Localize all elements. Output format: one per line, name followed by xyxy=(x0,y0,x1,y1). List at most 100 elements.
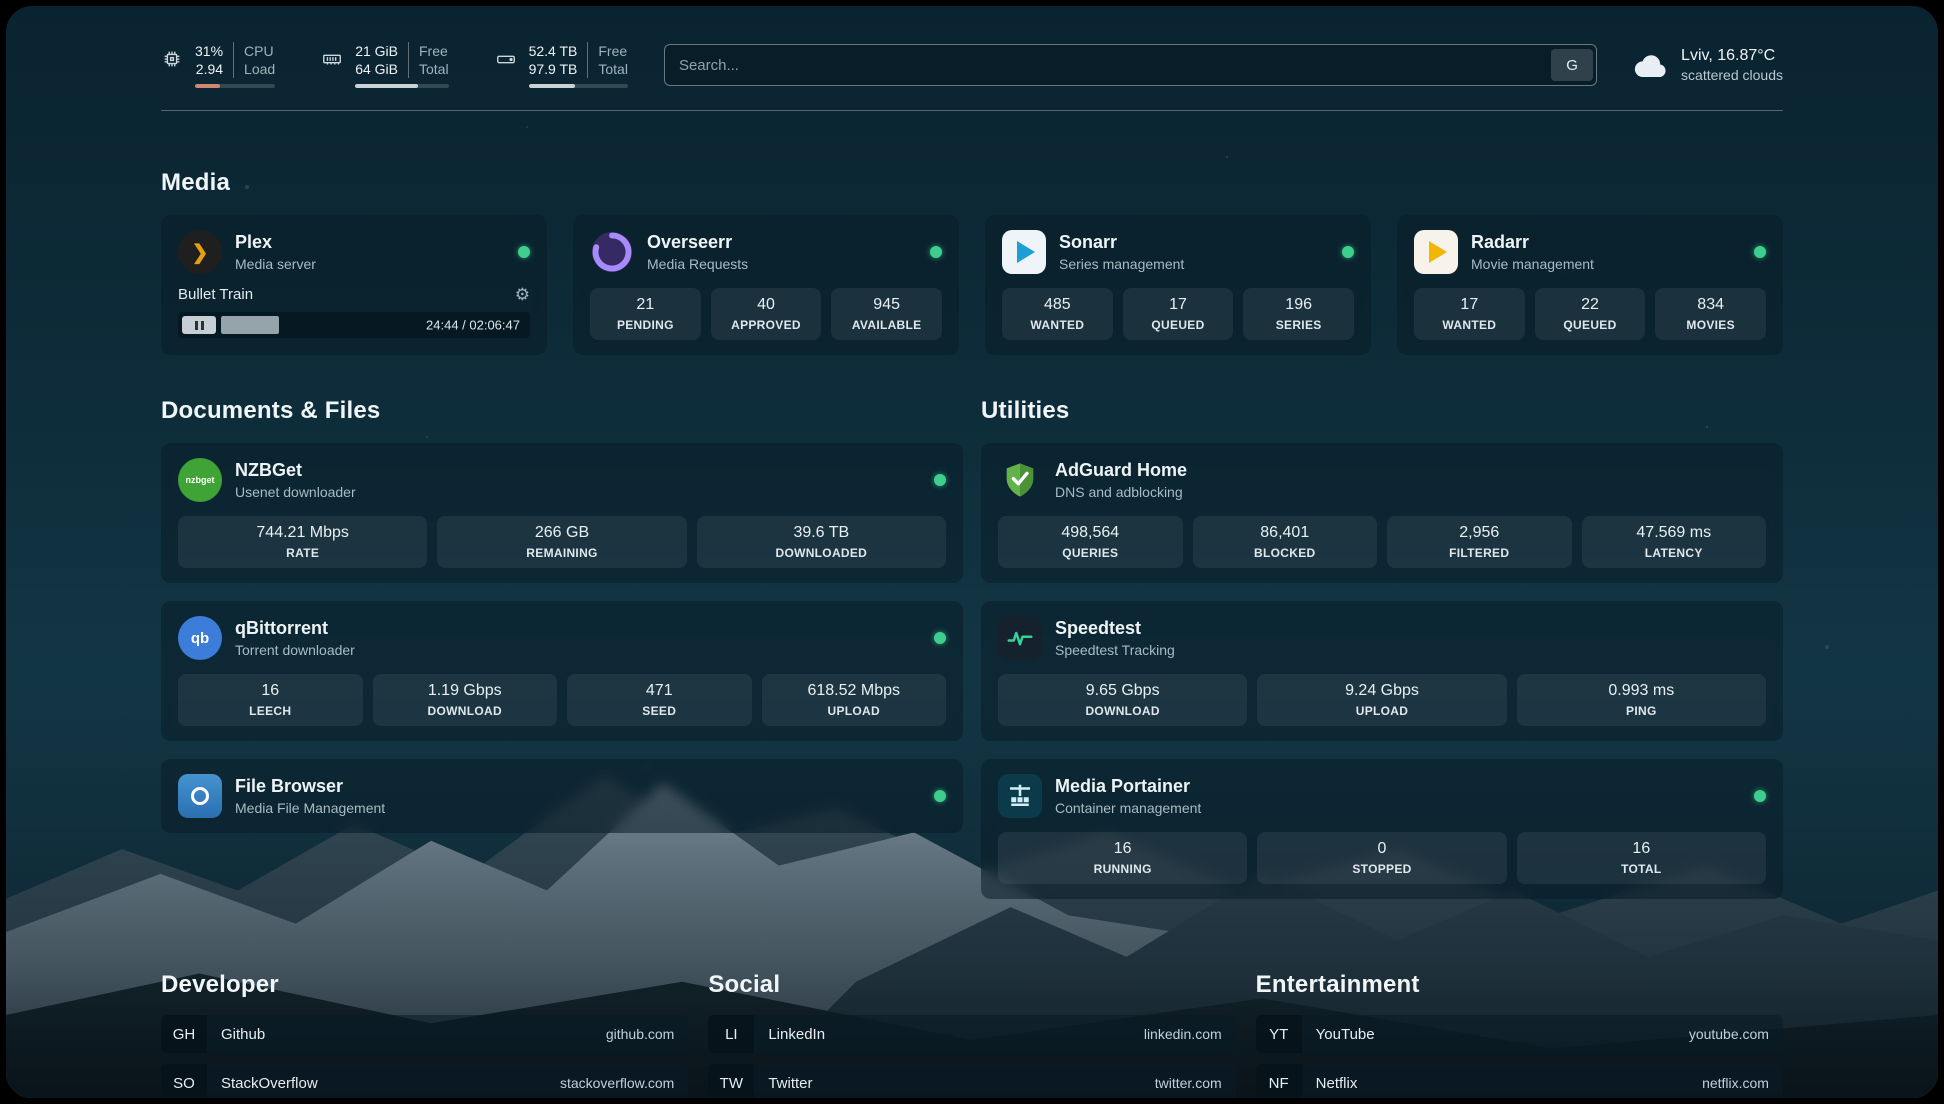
nzbget-card[interactable]: nzbget NZBGet Usenet downloader 744.21 M… xyxy=(161,443,963,583)
app-name: File Browser xyxy=(235,776,921,797)
stat-available: 945AVAILABLE xyxy=(831,288,942,340)
status-dot xyxy=(930,246,942,258)
stat-queued: 17QUEUED xyxy=(1123,288,1234,340)
search-bar[interactable]: G xyxy=(664,44,1597,86)
bookmark-youtube[interactable]: YT YouTube youtube.com xyxy=(1256,1015,1783,1053)
media-player-bar[interactable]: 24:44 / 02:06:47 xyxy=(178,312,530,338)
stat-blocked: 86,401BLOCKED xyxy=(1193,516,1378,568)
section-documents: Documents & Files nzbget NZBGet Usenet d… xyxy=(161,397,963,899)
app-name: Sonarr xyxy=(1059,232,1329,253)
pause-button[interactable] xyxy=(182,316,216,334)
stat-remaining: 266 GBREMAINING xyxy=(437,516,686,568)
bookmark-abbr: NF xyxy=(1256,1064,1302,1098)
stat-download: 1.19 GbpsDOWNLOAD xyxy=(373,674,558,726)
search-input[interactable] xyxy=(679,57,1551,74)
ram-usage-bar xyxy=(355,84,448,88)
bookmark-netflix[interactable]: NF Netflix netflix.com xyxy=(1256,1064,1783,1098)
bookmark-name: Twitter xyxy=(768,1075,812,1092)
cpu-icon xyxy=(161,48,183,70)
topbar: 31% 2.94 CPU Load xyxy=(161,42,1783,88)
bookmark-url: netflix.com xyxy=(1702,1075,1769,1091)
cpu-percent: 31% xyxy=(195,42,223,60)
bookmark-github[interactable]: GH Github github.com xyxy=(161,1015,688,1053)
radarr-card[interactable]: Radarr Movie management 17WANTED 22QUEUE… xyxy=(1397,215,1783,355)
adguard-card[interactable]: AdGuard Home DNS and adblocking 498,564Q… xyxy=(981,443,1783,583)
stat-wanted: 17WANTED xyxy=(1414,288,1525,340)
sonarr-card[interactable]: Sonarr Series management 485WANTED 17QUE… xyxy=(985,215,1371,355)
stat-download: 9.65 GbpsDOWNLOAD xyxy=(998,674,1247,726)
bookmark-group-social: Social LI LinkedIn linkedin.com TW Twitt… xyxy=(708,971,1235,1098)
documents-section-title: Documents & Files xyxy=(161,397,963,425)
app-subtitle: Speedtest Tracking xyxy=(1055,642,1766,658)
bookmark-name: Github xyxy=(221,1026,265,1043)
disk-stat: 52.4 TB 97.9 TB Free Total xyxy=(495,42,628,88)
bookmark-name: Netflix xyxy=(1316,1075,1358,1092)
speedtest-icon xyxy=(998,616,1042,660)
social-section-title: Social xyxy=(708,971,1235,999)
stat-queued: 22QUEUED xyxy=(1535,288,1646,340)
plex-card[interactable]: ❯ Plex Media server Bullet Train ⚙ xyxy=(161,215,547,355)
stat-movies: 834MOVIES xyxy=(1655,288,1766,340)
weather-condition: scattered clouds xyxy=(1681,67,1783,83)
bookmark-stackoverflow[interactable]: SO StackOverflow stackoverflow.com xyxy=(161,1064,688,1098)
bookmark-twitter[interactable]: TW Twitter twitter.com xyxy=(708,1064,1235,1098)
stat-queries: 498,564QUERIES xyxy=(998,516,1183,568)
portainer-card[interactable]: Media Portainer Container management 16R… xyxy=(981,759,1783,899)
stat-wanted: 485WANTED xyxy=(1002,288,1113,340)
stat-approved: 40APPROVED xyxy=(711,288,822,340)
speedtest-card[interactable]: Speedtest Speedtest Tracking 9.65 GbpsDO… xyxy=(981,601,1783,741)
app-name: Plex xyxy=(235,232,505,253)
cloud-icon xyxy=(1633,51,1669,79)
plex-icon: ❯ xyxy=(178,230,222,274)
settings-gear-icon[interactable]: ⚙ xyxy=(515,286,530,303)
ram-stat: 21 GiB 64 GiB Free Total xyxy=(321,42,448,88)
snow-specks xyxy=(6,6,8,8)
bookmark-abbr: SO xyxy=(161,1064,207,1098)
qbittorrent-card[interactable]: qb qBittorrent Torrent downloader 16LEEC… xyxy=(161,601,963,741)
app-subtitle: Container management xyxy=(1055,800,1741,816)
stat-latency: 47.569 msLATENCY xyxy=(1582,516,1767,568)
stat-stopped: 0STOPPED xyxy=(1257,832,1506,884)
app-name: NZBGet xyxy=(235,460,921,481)
cpu-load-label: Load xyxy=(244,60,275,78)
bookmark-linkedin[interactable]: LI LinkedIn linkedin.com xyxy=(708,1015,1235,1053)
app-subtitle: Media server xyxy=(235,256,505,272)
stat-downloaded: 39.6 TBDOWNLOADED xyxy=(697,516,946,568)
app-subtitle: Media File Management xyxy=(235,800,921,816)
radarr-icon xyxy=(1414,230,1458,274)
disk-free: 52.4 TB xyxy=(529,42,578,60)
header-divider xyxy=(161,110,1783,111)
status-dot xyxy=(934,632,946,644)
search-engine-button[interactable]: G xyxy=(1551,49,1593,81)
section-utilities: Utilities xyxy=(981,397,1783,899)
app-subtitle: Series management xyxy=(1059,256,1329,272)
cpu-load: 2.94 xyxy=(196,60,223,78)
bookmark-url: linkedin.com xyxy=(1144,1026,1222,1042)
disk-icon xyxy=(495,48,517,70)
app-subtitle: Movie management xyxy=(1471,256,1741,272)
bookmark-name: LinkedIn xyxy=(768,1026,825,1043)
portainer-icon xyxy=(998,774,1042,818)
bookmark-abbr: YT xyxy=(1256,1015,1302,1053)
filebrowser-icon xyxy=(178,774,222,818)
app-subtitle: Usenet downloader xyxy=(235,484,921,500)
stat-seed: 471SEED xyxy=(567,674,752,726)
stat-rate: 744.21 MbpsRATE xyxy=(178,516,427,568)
ram-total-label: Total xyxy=(419,60,449,78)
app-name: Media Portainer xyxy=(1055,776,1741,797)
overseerr-card[interactable]: Overseerr Media Requests 21PENDING 40APP… xyxy=(573,215,959,355)
stat-series: 196SERIES xyxy=(1243,288,1354,340)
status-dot xyxy=(1754,790,1766,802)
stat-ping: 0.993 msPING xyxy=(1517,674,1766,726)
disk-total: 97.9 TB xyxy=(529,60,578,78)
bookmark-group-developer: Developer GH Github github.com SO StackO… xyxy=(161,971,688,1098)
now-playing-title: Bullet Train xyxy=(178,286,253,303)
filebrowser-card[interactable]: File Browser Media File Management xyxy=(161,759,963,833)
cpu-stat: 31% 2.94 CPU Load xyxy=(161,42,275,88)
disk-free-label: Free xyxy=(598,42,627,60)
stat-upload: 9.24 GbpsUPLOAD xyxy=(1257,674,1506,726)
app-name: qBittorrent xyxy=(235,618,921,639)
stat-upload: 618.52 MbpsUPLOAD xyxy=(762,674,947,726)
playback-time: 24:44 / 02:06:47 xyxy=(426,318,520,333)
status-dot xyxy=(518,246,530,258)
